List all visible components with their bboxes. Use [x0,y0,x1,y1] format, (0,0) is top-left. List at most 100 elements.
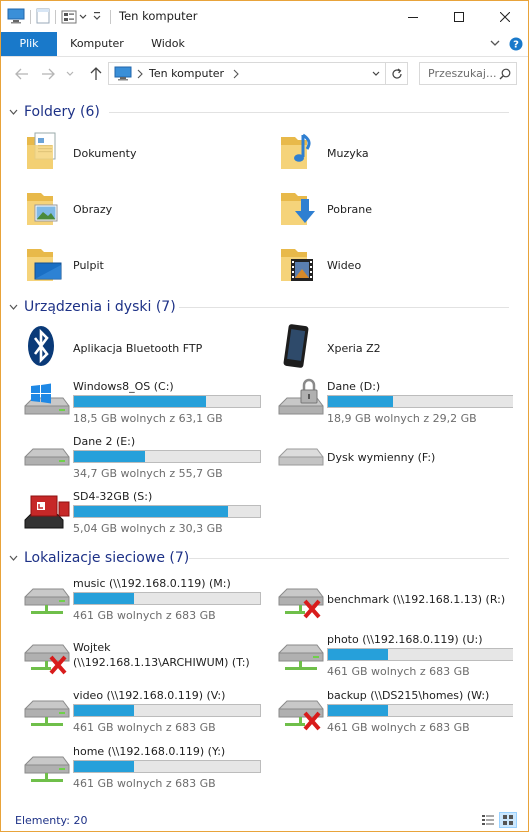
folder-music-icon [281,133,311,169]
explorer-window: Ten komputer Plik Komputer Widok ? Ten k… [0,0,529,832]
chevron-down-icon [9,555,18,561]
item-label: music (\\192.168.0.119) (M:) [73,577,231,590]
group-header-devices[interactable]: Urządzenia i dyski (7) [9,296,509,318]
item-label: backup (\\DS215\homes) (W:) [327,689,490,702]
refresh-button[interactable] [387,63,407,84]
folder-item-pictures[interactable]: Obrazy [23,183,263,235]
computer-icon [114,66,132,84]
search-placeholder: Przeszukaj... [428,67,497,80]
folder-item-documents[interactable]: Dokumenty [23,127,263,179]
drive-free-space: 461 GB wolnych z 683 GB [327,721,470,734]
network-item-home[interactable]: home (\\192.168.0.119) (Y:) 461 GB wolny… [23,741,263,793]
folder-item-desktop[interactable]: Pulpit [23,239,263,291]
network-drive-icon [24,588,70,614]
drive-item-f[interactable]: Dysk wymienny (F:) [277,431,507,483]
back-button[interactable] [13,65,31,83]
minimize-icon [408,16,418,18]
drive-usage-bar [327,395,513,408]
network-item-backup[interactable]: backup (\\DS215\homes) (W:) 461 GB wolny… [277,685,513,737]
recent-locations-button[interactable] [64,65,76,83]
customize-qat-icon[interactable] [93,11,101,24]
item-label: Dysk wymienny (F:) [327,451,436,464]
folder-downloads-icon [281,193,315,225]
minimize-button[interactable] [390,1,436,32]
chevron-down-icon [9,109,18,115]
drive-item-e[interactable]: Dane 2 (E:) 34,7 GB wolnych z 55,7 GB [23,431,263,483]
item-label: Wideo [327,259,362,272]
help-icon[interactable]: ? [509,37,523,54]
details-view-icon [482,815,494,825]
network-drive-icon [278,644,324,670]
chevron-down-icon [9,304,18,310]
group-title: Urządzenia i dyski (7) [24,299,176,315]
folder-item-video[interactable]: Wideo [277,239,507,291]
tab-computer[interactable]: Komputer [58,32,136,56]
windows-drive-icon [24,383,70,415]
drive-usage-bar [73,704,261,717]
item-label-path: (\\192.168.1.13\ARCHIWUM) (T:) [73,656,250,669]
title-bar: Ten komputer [1,1,528,32]
up-arrow-icon [90,67,102,80]
drive-usage-bar [73,395,261,408]
device-item-xperia[interactable]: Xperia Z2 [277,322,507,374]
item-label: Obrazy [73,203,113,216]
drive-free-space: 461 GB wolnych z 683 GB [73,721,216,734]
breadcrumb-separator-icon[interactable] [233,69,239,82]
view-options-icon[interactable] [61,10,87,24]
properties-icon[interactable] [36,8,50,27]
address-history-button[interactable] [367,63,385,84]
refresh-icon [392,68,402,79]
breadcrumb-current[interactable]: Ten komputer [149,67,224,80]
network-item-wojtek[interactable]: Wojtek (\\192.168.1.13\ARCHIWUM) (T:) [23,629,263,681]
details-view-button[interactable] [481,813,495,830]
drive-usage-bar [73,760,261,773]
folder-desktop-icon [27,249,62,281]
drive-free-space: 18,5 GB wolnych z 63,1 GB [73,412,223,425]
drive-usage-bar [327,704,513,717]
item-label: Dane (D:) [327,380,381,393]
network-item-video[interactable]: video (\\192.168.0.119) (V:) 461 GB woln… [23,685,263,737]
item-label: home (\\192.168.0.119) (Y:) [73,745,226,758]
sd-card-icon [24,495,70,529]
window-title: Ten komputer [119,9,198,23]
item-label: Muzyka [327,147,369,160]
network-item-music[interactable]: music (\\192.168.0.119) (M:) 461 GB woln… [23,573,263,625]
tab-file[interactable]: Plik [1,32,57,56]
tiles-view-button[interactable] [499,812,517,828]
drive-free-space: 461 GB wolnych z 683 GB [327,665,470,678]
chevron-down-icon [66,71,74,76]
folder-item-downloads[interactable]: Pobrane [277,183,507,235]
group-header-network[interactable]: Lokalizacje sieciowe (7) [9,547,509,569]
item-label: SD4-32GB (S:) [73,490,153,503]
forward-arrow-icon [42,68,55,80]
address-bar[interactable]: Ten komputer [108,62,408,85]
item-label: video (\\192.168.0.119) (V:) [73,689,226,702]
network-drive-disconnected-icon [24,644,70,675]
drive-item-c[interactable]: Windows8_OS (C:) 18,5 GB wolnych z 63,1 … [23,376,263,428]
breadcrumb-separator-icon[interactable] [137,69,143,82]
scrollbar[interactable] [513,91,528,809]
tab-view[interactable]: Widok [136,32,200,56]
folder-pictures-icon [27,193,58,225]
group-header-folders[interactable]: Foldery (6) [9,101,509,123]
maximize-button[interactable] [436,1,482,32]
close-button[interactable] [482,1,528,32]
computer-icon[interactable] [7,8,25,27]
network-drive-disconnected-icon [278,588,324,619]
drive-item-s[interactable]: SD4-32GB (S:) 5,04 GB wolnych z 30,3 GB [23,486,263,538]
forward-button[interactable] [39,65,57,83]
network-item-photo[interactable]: photo (\\192.168.0.119) (U:) 461 GB woln… [277,629,513,681]
search-input[interactable]: Przeszukaj... [419,62,517,85]
back-arrow-icon [15,68,28,80]
ribbon-tabs: Plik Komputer Widok ? [1,32,528,57]
item-label: Windows8_OS (C:) [73,380,174,393]
drive-item-d[interactable]: Dane (D:) 18,9 GB wolnych z 29,2 GB [277,376,513,428]
up-button[interactable] [87,65,105,83]
network-drive-icon [24,756,70,782]
device-item-bluetooth-ftp[interactable]: Aplikacja Bluetooth FTP [23,322,263,374]
chevron-down-icon [372,71,380,76]
network-item-benchmark[interactable]: benchmark (\\192.168.1.13) (R:) [277,573,507,625]
folder-item-music[interactable]: Muzyka [277,127,507,179]
folder-documents-icon [27,132,56,169]
expand-ribbon-icon[interactable] [489,38,501,51]
